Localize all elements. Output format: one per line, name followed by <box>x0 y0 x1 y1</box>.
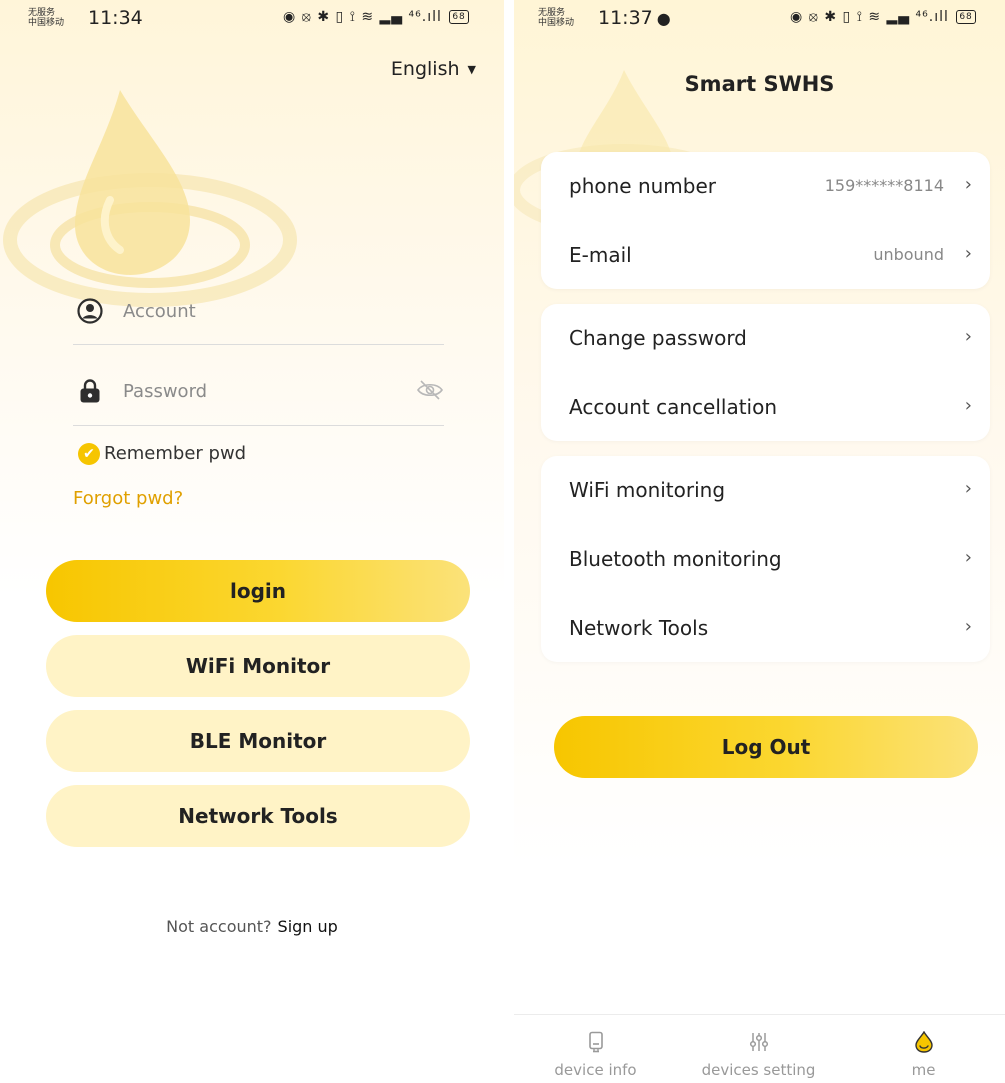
change-password-label: Change password <box>569 326 747 350</box>
account-field <box>73 296 444 345</box>
email-label: E-mail <box>569 243 632 267</box>
log-out-label: Log Out <box>721 735 811 759</box>
wifi-monitoring-row[interactable]: WiFi monitoring › <box>541 456 990 526</box>
signup-prompt-text: Not account? <box>166 917 272 936</box>
wifi-monitor-button[interactable]: WiFi Monitor <box>46 635 470 697</box>
bluetooth-monitoring-row[interactable]: Bluetooth monitoring › <box>541 525 990 595</box>
chevron-right-icon: › <box>964 174 972 195</box>
status-time: 11:34 <box>88 7 143 29</box>
message-bubble-icon: ● <box>656 9 671 28</box>
status-indicator-icons: ◉ ⦻ ✱ ▯ ⟟ ≋ ▂▄ ⁴⁶.ıll <box>790 9 949 25</box>
language-label: English <box>390 58 460 80</box>
device-icon <box>588 1031 603 1053</box>
checkmark-icon: ✔ <box>78 443 100 465</box>
network-tools-row[interactable]: Network Tools › <box>541 594 990 664</box>
phone-number-label: phone number <box>569 174 717 198</box>
log-out-button[interactable]: Log Out <box>554 716 978 778</box>
chevron-right-icon: › <box>964 478 972 499</box>
network-tools-label: Network Tools <box>569 616 709 640</box>
phone-number-value: 159******8114 <box>824 176 944 195</box>
status-carrier: 无服务 中国移动 <box>538 8 575 28</box>
signup-prompt: Not account? Sign up <box>0 917 504 936</box>
eye-off-icon[interactable] <box>416 378 444 402</box>
account-cancellation-label: Account cancellation <box>569 395 778 419</box>
email-row[interactable]: E-mail unbound › <box>541 221 990 291</box>
nav-me[interactable]: me <box>842 1015 1005 1083</box>
caret-down-icon: ▼ <box>467 63 476 76</box>
screen-divider <box>504 0 514 1083</box>
login-screen: 无服务 中国移动 11:34 ◉ ⦻ ✱ ▯ ⟟ ≋ ▂▄ ⁴⁶.ıll 68 … <box>0 0 504 1083</box>
password-input[interactable] <box>121 376 401 406</box>
nav-device-info[interactable]: device info <box>514 1015 677 1083</box>
chevron-right-icon: › <box>964 326 972 347</box>
sliders-icon <box>749 1033 768 1051</box>
chevron-right-icon: › <box>964 616 972 637</box>
chevron-right-icon: › <box>964 395 972 416</box>
login-button-label: login <box>229 579 286 603</box>
wifi-monitoring-label: WiFi monitoring <box>569 478 726 502</box>
network-tools-button[interactable]: Network Tools <box>46 785 470 847</box>
network-tools-label: Network Tools <box>178 804 338 828</box>
account-info-card: phone number 159******8114 › E-mail unbo… <box>541 152 990 289</box>
nav-devices-setting-label: devices setting <box>701 1061 816 1079</box>
phone-number-row[interactable]: phone number 159******8114 › <box>541 152 990 222</box>
tools-card: WiFi monitoring › Bluetooth monitoring ›… <box>541 456 990 662</box>
user-circle-icon <box>77 298 103 324</box>
account-cancellation-row[interactable]: Account cancellation › <box>541 373 990 443</box>
bottom-navigation: device info devices setting me <box>514 1014 1005 1083</box>
wifi-monitor-label: WiFi Monitor <box>185 654 331 678</box>
nav-device-info-label: device info <box>554 1061 637 1079</box>
status-icons: ◉ ⦻ ✱ ▯ ⟟ ≋ ▂▄ ⁴⁶.ıll 68 <box>283 9 469 25</box>
battery-icon: 68 <box>449 10 469 24</box>
remember-label: Remember pwd <box>104 443 247 464</box>
ble-monitor-label: BLE Monitor <box>189 729 327 753</box>
login-button[interactable]: login <box>46 560 470 622</box>
status-carrier: 无服务 中国移动 <box>28 8 65 28</box>
bluetooth-monitoring-label: Bluetooth monitoring <box>569 547 782 571</box>
status-icons: ◉ ⦻ ✱ ▯ ⟟ ≋ ▂▄ ⁴⁶.ıll 68 <box>790 9 976 25</box>
sign-up-link[interactable]: Sign up <box>278 917 338 936</box>
language-select[interactable]: English ▼ <box>391 58 476 80</box>
security-card: Change password › Account cancellation › <box>541 304 990 441</box>
nav-me-label: me <box>911 1061 936 1079</box>
page-title: Smart SWHS <box>684 72 835 96</box>
password-field <box>73 376 444 426</box>
ble-monitor-button[interactable]: BLE Monitor <box>46 710 470 772</box>
chevron-right-icon: › <box>964 243 972 264</box>
email-value: unbound <box>873 245 944 264</box>
me-screen: 无服务 中国移动 11:37 ● ◉ ⦻ ✱ ▯ ⟟ ≋ ▂▄ ⁴⁶.ıll 68… <box>514 0 1005 1083</box>
lock-icon <box>80 379 100 403</box>
chevron-right-icon: › <box>964 547 972 568</box>
forgot-password-link[interactable]: Forgot pwd? <box>73 488 183 509</box>
status-indicator-icons: ◉ ⦻ ✱ ▯ ⟟ ≋ ▂▄ ⁴⁶.ıll <box>283 9 442 25</box>
nav-devices-setting[interactable]: devices setting <box>677 1015 840 1083</box>
battery-icon: 68 <box>956 10 976 24</box>
account-input[interactable] <box>121 296 401 326</box>
remember-password-checkbox[interactable]: ✔ Remember pwd <box>78 443 246 465</box>
change-password-row[interactable]: Change password › <box>541 304 990 374</box>
status-time: 11:37 ● <box>598 7 671 29</box>
drop-icon <box>914 1031 933 1053</box>
